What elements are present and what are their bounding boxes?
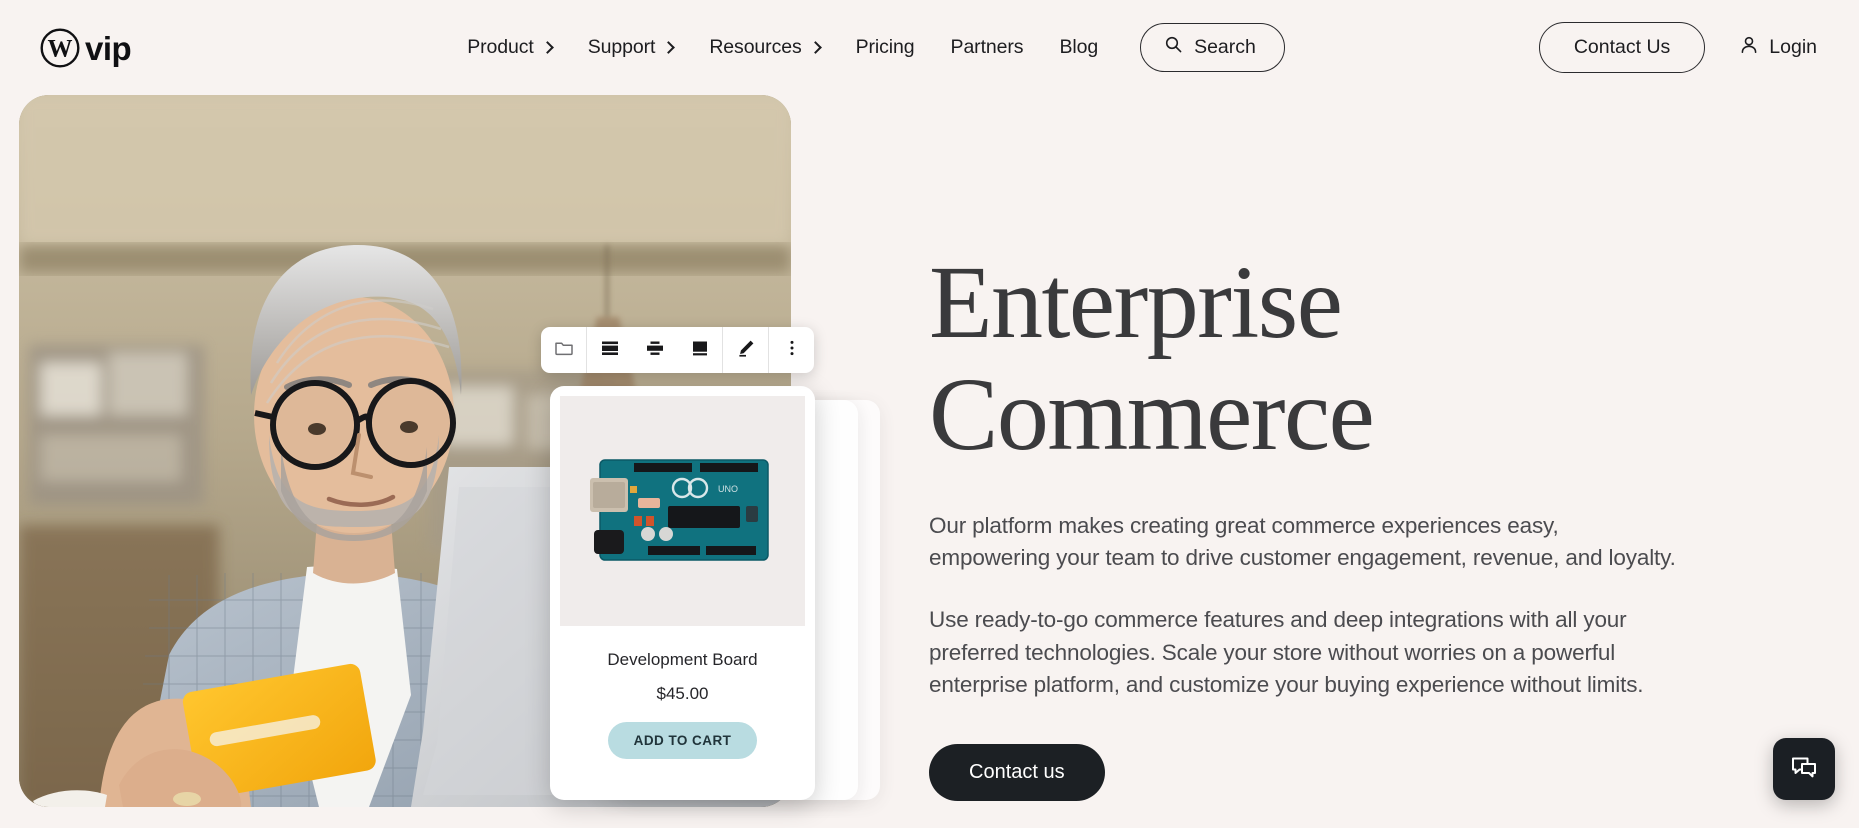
nav-item-blog[interactable]: Blog [1041,26,1116,69]
toolbar-align-block-button[interactable] [677,327,722,373]
pencil-edit-icon [736,338,756,363]
search-icon [1165,36,1182,59]
nav-item-resources[interactable]: Resources [691,26,837,69]
brand-logo[interactable]: W vip [40,28,132,68]
search-button-label: Search [1194,36,1256,58]
login-link[interactable]: Login [1733,27,1823,69]
contact-us-cta-button[interactable]: Contact us [929,743,1105,801]
login-label: Login [1769,36,1817,58]
header-actions: Contact Us Login [1538,22,1823,73]
page-title-line-2: Commerce [929,357,1375,473]
site-header: W vip Product Support Resources Pricing … [0,0,1859,95]
toolbar-edit-button[interactable] [723,327,768,373]
nav-item-label: Pricing [855,36,915,58]
nav-item-label: Product [467,36,534,58]
more-options-icon [782,338,802,363]
brand-wordmark: vip [85,30,132,67]
nav-item-product[interactable]: Product [449,26,570,69]
nav-item-support[interactable]: Support [570,26,692,69]
toolbar-align-full-width-button[interactable] [587,327,632,373]
primary-navigation: Product Support Resources Pricing Partne… [449,23,1285,72]
hero-paragraph-2: Use ready-to-go commerce features and de… [929,607,1644,698]
nav-item-label: Blog [1059,36,1099,58]
product-card-stack: UNO Development Board $45.00 ADD TO CART [550,386,880,807]
user-icon [1739,35,1759,61]
product-title: Development Board [607,650,758,669]
nav-item-label: Support [587,36,656,58]
chevron-right-icon [662,40,676,54]
chevron-right-icon [808,40,822,54]
page-title-line-1: Enterprise [929,245,1343,360]
add-to-cart-button[interactable]: ADD TO CART [607,722,758,759]
chat-bubbles-icon [1789,753,1819,786]
product-card[interactable]: UNO Development Board $45.00 ADD TO CART [550,386,815,800]
hero-section: UNO Development Board $45.00 ADD TO CART… [0,95,1859,807]
toolbar-folder-button[interactable] [541,327,586,373]
hero-paragraph-1: Our platform makes creating great commer… [929,512,1676,571]
nav-item-label: Resources [709,36,802,58]
chevron-right-icon [540,40,554,54]
search-button[interactable]: Search [1140,23,1285,72]
nav-item-pricing[interactable]: Pricing [838,26,933,69]
contact-us-button[interactable]: Contact Us [1538,22,1706,73]
wordpress-logo-icon: W [40,28,80,68]
align-center-icon [645,338,665,363]
svg-text:UNO: UNO [718,484,738,494]
folder-icon [554,338,574,363]
align-block-icon [690,338,710,363]
nav-item-partners[interactable]: Partners [933,26,1042,69]
nav-item-label: Partners [950,36,1024,58]
chat-widget-button[interactable] [1773,738,1835,800]
toolbar-align-center-button[interactable] [632,327,677,373]
svg-text:W: W [48,35,73,62]
hero-visual: UNO Development Board $45.00 ADD TO CART [19,95,880,807]
hero-copy: Enterprise Commerce Our platform makes c… [791,95,1721,801]
editor-toolbar [541,327,814,373]
product-price: $45.00 [656,684,709,703]
align-full-width-icon [600,338,620,363]
toolbar-more-options-button[interactable] [769,327,814,373]
product-details: Development Board $45.00 ADD TO CART [550,626,815,800]
product-image: UNO [560,396,805,626]
page-title: Enterprise Commerce [929,245,1681,473]
